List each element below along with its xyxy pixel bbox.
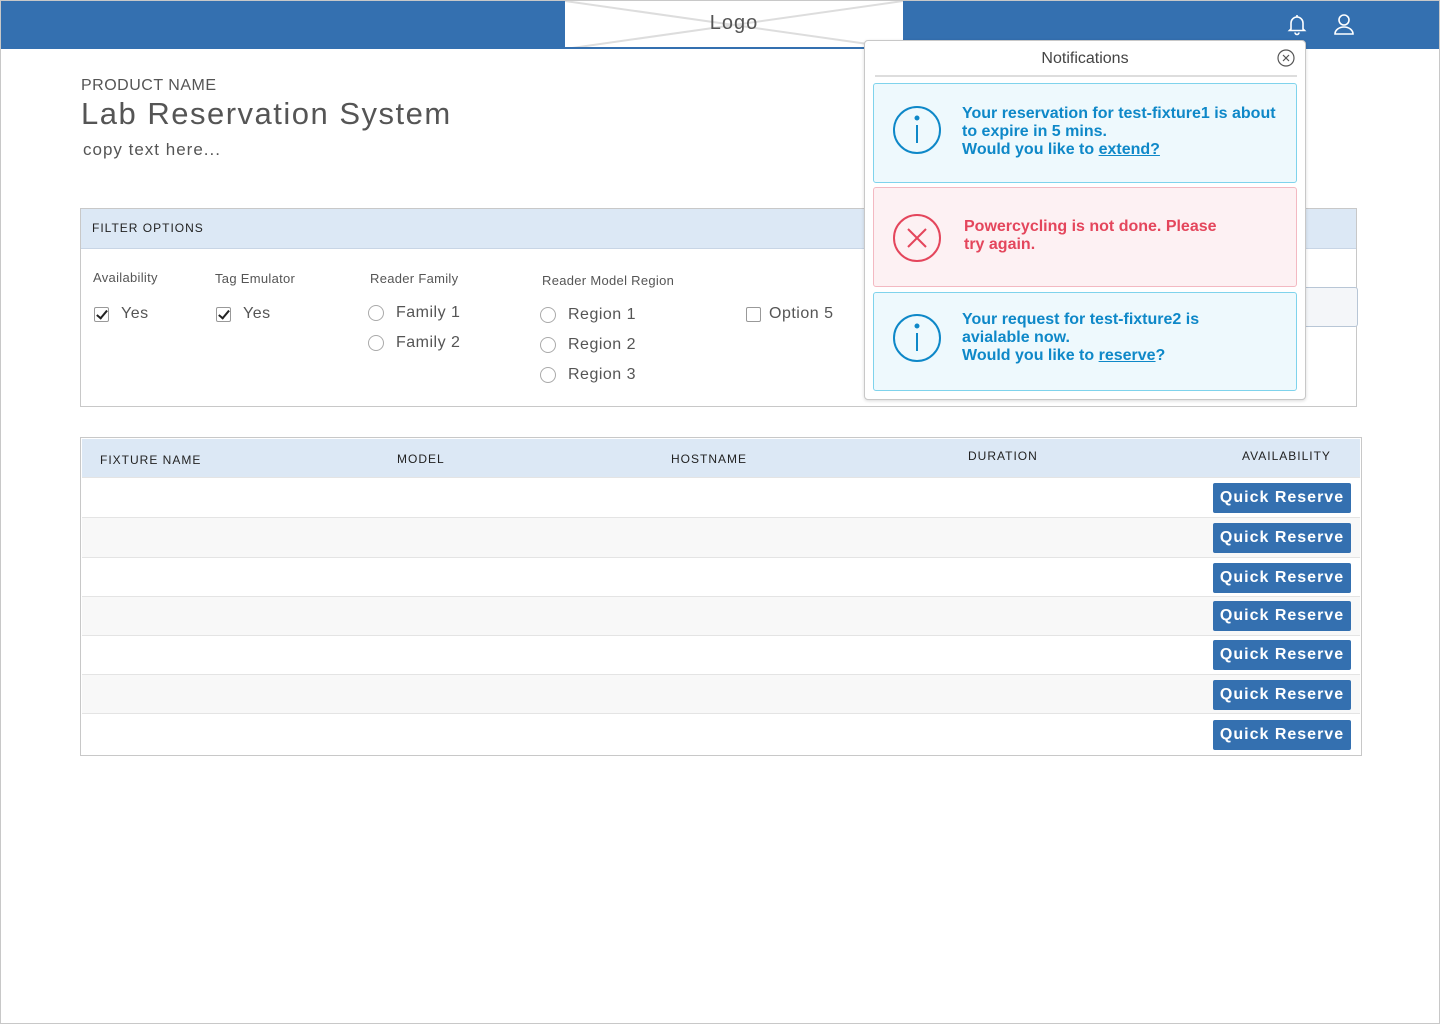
family-1-label: Family 1 <box>396 304 461 321</box>
table-row: Quick Reserve <box>82 477 1360 517</box>
family-1-radio[interactable]: Family 1 <box>368 304 460 322</box>
column-fixture-name[interactable]: FIXTURE NAME <box>100 453 201 467</box>
availability-yes-checkbox[interactable]: Yes <box>94 305 149 323</box>
quick-reserve-button[interactable]: Quick Reserve <box>1213 523 1351 553</box>
checkbox-icon <box>746 306 761 322</box>
divider <box>875 75 1297 77</box>
notification-message: Your request for test-fixture2 is aviala… <box>962 311 1199 365</box>
message-text: Would you like to <box>962 347 1099 364</box>
notification-info[interactable]: Your reservation for test-fixture1 is ab… <box>873 83 1297 183</box>
option-5-label: Option 5 <box>769 305 834 322</box>
message-text: ? <box>1155 347 1166 364</box>
info-icon <box>892 313 942 368</box>
notification-message: Your reservation for test-fixture1 is ab… <box>962 105 1276 159</box>
availability-yes-label: Yes <box>121 305 149 322</box>
region-1-label: Region 1 <box>568 306 637 323</box>
column-duration[interactable]: DURATION <box>968 449 1038 463</box>
region-3-radio[interactable]: Region 3 <box>540 366 636 384</box>
region-2-radio[interactable]: Region 2 <box>540 336 636 354</box>
info-icon <box>892 105 942 160</box>
message-line: Your reservation for test-fixture1 is ab… <box>962 105 1276 122</box>
product-name: PRODUCT NAME <box>81 77 217 94</box>
message-line: to expire in 5 mins. <box>962 123 1107 140</box>
extend-link[interactable]: extend? <box>1099 141 1160 158</box>
column-hostname[interactable]: HOSTNAME <box>671 452 747 466</box>
filter-input[interactable] <box>1301 287 1358 327</box>
table-row: Quick Reserve <box>82 596 1360 635</box>
radio-icon <box>368 305 384 321</box>
radio-icon <box>540 367 556 383</box>
region-1-radio[interactable]: Region 1 <box>540 306 636 324</box>
family-2-label: Family 2 <box>396 334 461 351</box>
radio-icon <box>540 307 556 323</box>
table-row: Quick Reserve <box>82 713 1360 755</box>
notification-error[interactable]: Powercycling is not done. Please try aga… <box>873 187 1297 287</box>
region-2-label: Region 2 <box>568 336 637 353</box>
page-title: Lab Reservation System <box>81 96 452 131</box>
user-icon[interactable] <box>1332 12 1356 36</box>
product-copy: copy text here... <box>83 140 221 159</box>
close-icon[interactable] <box>1277 49 1295 67</box>
family-2-radio[interactable]: Family 2 <box>368 334 460 352</box>
column-model[interactable]: MODEL <box>397 452 445 466</box>
notifications-title: Notifications <box>1041 50 1129 67</box>
checkbox-checked-icon <box>94 306 109 322</box>
message-line: try again. <box>964 236 1036 253</box>
filter-title: FILTER OPTIONS <box>92 221 204 235</box>
quick-reserve-button[interactable]: Quick Reserve <box>1213 601 1351 631</box>
fixture-table: FIXTURE NAME MODEL HOSTNAME DURATION AVA… <box>80 437 1362 756</box>
tag-emulator-label: Tag Emulator <box>215 271 296 286</box>
checkbox-checked-icon <box>216 306 231 322</box>
message-line: Would you like to reserve? <box>962 347 1199 365</box>
quick-reserve-button[interactable]: Quick Reserve <box>1213 680 1351 710</box>
table-row: Quick Reserve <box>82 674 1360 713</box>
table-row: Quick Reserve <box>82 517 1360 557</box>
quick-reserve-button[interactable]: Quick Reserve <box>1213 720 1351 750</box>
option-5-checkbox[interactable]: Option 5 <box>746 305 833 323</box>
availability-label: Availability <box>93 270 158 285</box>
message-line: Your request for test-fixture2 is <box>962 311 1200 328</box>
table-row: Quick Reserve <box>82 557 1360 596</box>
tag-emulator-yes-label: Yes <box>243 305 271 322</box>
radio-icon <box>540 337 556 353</box>
bell-icon[interactable] <box>1285 12 1309 36</box>
tag-emulator-yes-checkbox[interactable]: Yes <box>216 305 271 323</box>
quick-reserve-button[interactable]: Quick Reserve <box>1213 563 1351 593</box>
error-icon <box>892 213 942 268</box>
message-text: Would you like to <box>962 141 1099 158</box>
notification-info[interactable]: Your request for test-fixture2 is aviala… <box>873 292 1297 391</box>
message-line: Powercycling is not done. Please <box>964 218 1217 235</box>
message-line: Would you like to extend? <box>962 141 1276 159</box>
notifications-panel: Notifications Your reservation for test-… <box>864 40 1306 400</box>
logo[interactable]: Logo <box>565 1 903 49</box>
notification-message: Powercycling is not done. Please try aga… <box>964 218 1217 254</box>
reader-family-label: Reader Family <box>370 271 459 286</box>
table-header: FIXTURE NAME MODEL HOSTNAME DURATION AVA… <box>82 439 1360 477</box>
radio-icon <box>368 335 384 351</box>
quick-reserve-button[interactable]: Quick Reserve <box>1213 483 1351 513</box>
column-availability[interactable]: AVAILABILITY <box>1242 449 1331 463</box>
logo-text: Logo <box>709 12 759 34</box>
reserve-link[interactable]: reserve <box>1099 347 1156 364</box>
region-3-label: Region 3 <box>568 366 637 383</box>
message-line: avialable now. <box>962 329 1070 346</box>
quick-reserve-button[interactable]: Quick Reserve <box>1213 640 1351 670</box>
table-row: Quick Reserve <box>82 635 1360 674</box>
reader-model-region-label: Reader Model Region <box>542 273 675 288</box>
